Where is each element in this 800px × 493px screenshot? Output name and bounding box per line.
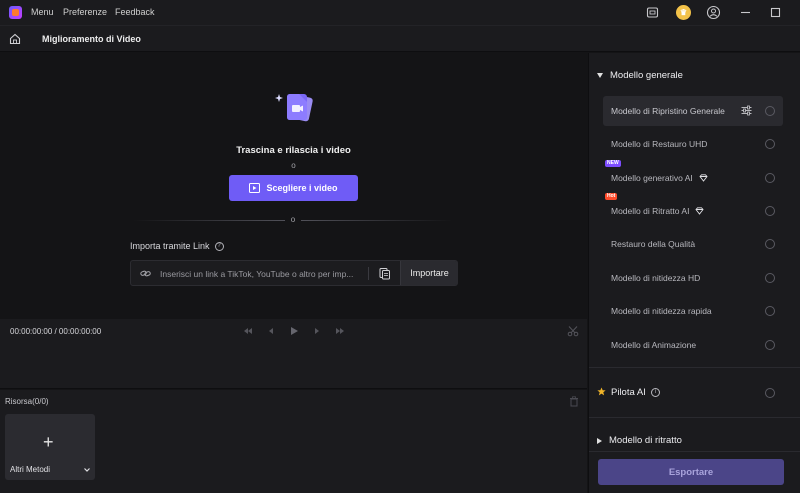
video-upload-icon <box>275 94 313 122</box>
home-icon[interactable] <box>8 32 22 46</box>
model-label: Restauro della Qualità <box>611 239 696 249</box>
drop-title: Trascina e rilascia i video <box>236 145 351 156</box>
account-icon[interactable] <box>706 5 721 20</box>
premium-crown-icon[interactable]: ♛ <box>676 5 691 20</box>
diamond-icon <box>699 174 708 182</box>
choose-videos-button[interactable]: Scegliere i video <box>229 175 358 201</box>
link-input[interactable] <box>160 266 360 281</box>
add-media-tile[interactable]: + Altri Metodi <box>5 414 95 480</box>
radio-button[interactable] <box>765 206 775 216</box>
ai-pilot-label: Pilota AI <box>611 387 646 398</box>
link-icon <box>140 270 151 277</box>
menu-item-menu[interactable]: Menu <box>31 7 54 17</box>
divider-right <box>301 220 453 221</box>
model-option-fast-sharpness[interactable]: Modello di nitidezza rapida <box>603 296 783 326</box>
model-label-wrap: Modello di Ritratto AI <box>611 206 705 216</box>
app-logo-icon <box>9 6 22 19</box>
link-import-box: Importare <box>130 260 458 286</box>
minimize-icon[interactable] <box>738 5 753 20</box>
section-divider <box>589 451 800 452</box>
new-badge: NEW <box>605 160 621 167</box>
link-separator <box>368 267 369 280</box>
radio-button[interactable] <box>765 306 775 316</box>
add-media-label: Altri Metodi <box>10 465 51 474</box>
portrait-model-header[interactable]: Modello di ritratto <box>597 435 682 446</box>
model-label: Modello di Animazione <box>611 340 697 350</box>
trash-icon[interactable] <box>569 396 579 407</box>
play-icon[interactable] <box>288 325 300 337</box>
sub-header: Miglioramento di Video <box>0 25 800 52</box>
or-text: o <box>291 161 296 170</box>
plus-icon: + <box>43 432 54 452</box>
export-button[interactable]: Esportare <box>598 459 784 485</box>
model-label: Modello di nitidezza rapida <box>611 306 712 316</box>
import-button[interactable]: Importare <box>400 261 458 285</box>
model-option-uhd-restore[interactable]: Modello di Restauro UHD <box>603 129 783 159</box>
model-label: Modello generativo AI <box>611 173 693 183</box>
help-icon[interactable]: ? <box>214 241 224 251</box>
radio-button[interactable] <box>765 106 775 116</box>
title-bar: Menu Preferenze Feedback ♛ <box>0 0 800 25</box>
section-divider <box>589 367 800 368</box>
drop-zone[interactable]: Trascina e rilascia i video o Scegliere … <box>0 53 587 319</box>
model-option-generative-ai[interactable]: NEW Modello generativo AI <box>603 160 783 193</box>
general-model-header[interactable]: Modello generale <box>597 70 683 81</box>
model-panel: Modello generale Modello di Ripristino G… <box>588 53 800 493</box>
model-option-animation[interactable]: Modello di Animazione <box>603 330 783 360</box>
maximize-icon[interactable] <box>768 5 783 20</box>
previous-frame-icon[interactable] <box>265 325 277 337</box>
info-icon[interactable]: i <box>650 388 660 397</box>
caret-right-icon <box>597 437 602 444</box>
import-link-label: Importa tramite Link <box>130 241 210 251</box>
model-option-portrait-ai[interactable]: Hot Modello di Ritratto AI <box>603 193 783 226</box>
general-model-title: Modello generale <box>610 70 683 81</box>
model-option-hd-sharpness[interactable]: Modello di nitidezza HD <box>603 263 783 293</box>
menu-item-preferences[interactable]: Preferenze <box>63 7 107 17</box>
skip-to-end-icon[interactable] <box>334 325 346 337</box>
choose-videos-label: Scegliere i video <box>266 183 338 193</box>
video-file-icon <box>249 183 261 193</box>
radio-button[interactable] <box>765 340 775 350</box>
ai-pilot-label-wrap: Pilota AI i <box>611 387 660 398</box>
radio-button[interactable] <box>765 388 775 398</box>
radio-button[interactable] <box>765 139 775 149</box>
skip-to-start-icon[interactable] <box>242 325 254 337</box>
divider-or-text: o <box>290 215 296 224</box>
message-icon[interactable] <box>645 5 660 20</box>
diamond-icon <box>695 207 705 215</box>
resources-panel: Risorsa(0/0) + Altri Metodi <box>0 390 587 493</box>
resources-label: Risorsa(0/0) <box>5 397 49 406</box>
portrait-model-title: Modello di ritratto <box>609 435 682 446</box>
star-icon <box>597 387 606 396</box>
page-title: Miglioramento di Video <box>42 34 141 44</box>
import-link-heading: Importa tramite Link ? <box>130 241 224 251</box>
hot-badge: Hot <box>605 193 618 200</box>
model-label: Modello di Restauro UHD <box>611 139 708 149</box>
model-option-quality-restore[interactable]: Restauro della Qualità <box>603 229 783 259</box>
model-option-general-restore[interactable]: Modello di Ripristino Generale <box>603 96 783 126</box>
settings-sliders-icon[interactable] <box>741 105 752 116</box>
model-label: Modello di nitidezza HD <box>611 273 701 283</box>
section-divider <box>589 417 800 418</box>
player-bar: 00:00:00:00 / 00:00:00:00 <box>0 319 587 389</box>
radio-button[interactable] <box>765 273 775 283</box>
chevron-down-icon[interactable] <box>83 466 91 474</box>
app-window: Menu Preferenze Feedback ♛ Miglioramento… <box>0 0 800 493</box>
scissors-icon[interactable] <box>567 325 579 337</box>
model-label: Modello di Ritratto AI <box>611 206 690 216</box>
menu-item-feedback[interactable]: Feedback <box>115 7 155 17</box>
next-frame-icon[interactable] <box>311 325 323 337</box>
paste-icon[interactable] <box>378 267 391 280</box>
divider-left <box>133 220 285 221</box>
model-label: Modello di Ripristino Generale <box>611 106 725 116</box>
model-label-wrap: Modello generativo AI <box>611 173 708 183</box>
radio-button[interactable] <box>765 239 775 249</box>
ai-pilot-row[interactable]: Pilota AI i <box>597 384 787 402</box>
radio-button[interactable] <box>765 173 775 183</box>
timecode: 00:00:00:00 / 00:00:00:00 <box>10 327 102 336</box>
caret-down-icon <box>597 73 603 78</box>
